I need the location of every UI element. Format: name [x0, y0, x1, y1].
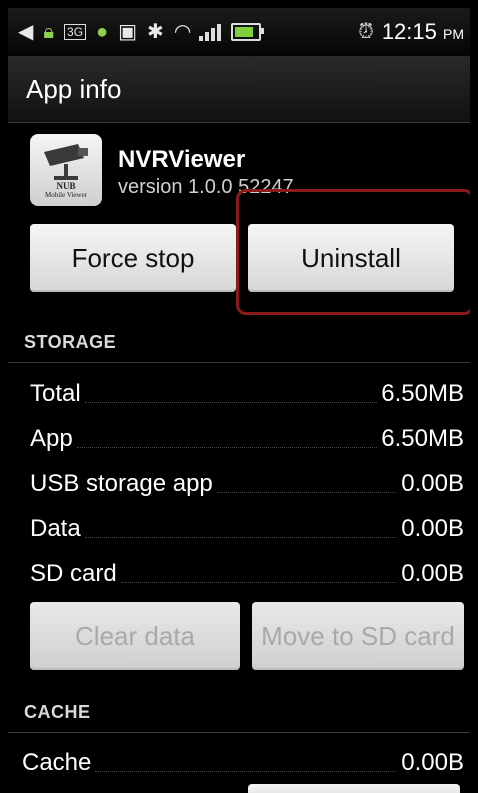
battery-icon — [231, 23, 265, 41]
lock-icon: 🔒︎ — [43, 21, 55, 43]
force-stop-button[interactable]: Force stop — [30, 224, 236, 292]
app-name: NVRViewer — [118, 146, 246, 173]
app-info-screen: ◀ 🔒︎ 3G ● ▣ ✱ ◠ ⏰︎ 12:15 PM App info NUB… — [8, 8, 470, 793]
cache-row: Cache 0.00B — [22, 749, 464, 777]
storage-row-data: Data 0.00B — [30, 515, 464, 543]
uninstall-highlight — [236, 189, 470, 315]
storage-row-total: Total 6.50MB — [30, 380, 464, 408]
title-bar: App info — [8, 56, 470, 123]
storage-section-header: STORAGE — [8, 322, 470, 363]
image-icon: ▣ — [118, 21, 138, 43]
status-time: 12:15 PM — [381, 19, 464, 44]
status-bar: ◀ 🔒︎ 3G ● ▣ ✱ ◠ ⏰︎ 12:15 PM — [8, 8, 470, 56]
wifi-icon: ◠ — [173, 21, 192, 43]
3g-icon: 3G — [64, 24, 87, 40]
storage-row-sdcard: SD card 0.00B — [30, 560, 464, 588]
bluetooth-icon: ✱ — [147, 21, 164, 43]
back-icon: ◀ — [18, 21, 34, 43]
clear-cache-button[interactable] — [248, 784, 460, 793]
storage-row-usb: USB storage app 0.00B — [30, 470, 464, 498]
move-to-sd-button[interactable]: Move to SD card — [252, 602, 464, 670]
cache-section-header: CACHE — [8, 692, 470, 733]
signal-icon — [199, 23, 223, 41]
alarm-icon: ⏰︎ — [358, 21, 374, 43]
app-icon: NUB Mobile Viewer — [30, 134, 102, 206]
android-icon: ● — [96, 21, 109, 43]
clear-data-button[interactable]: Clear data — [30, 602, 240, 670]
storage-row-app: App 6.50MB — [30, 425, 464, 453]
camera-icon — [44, 144, 88, 180]
page-title: App info — [26, 73, 122, 104]
